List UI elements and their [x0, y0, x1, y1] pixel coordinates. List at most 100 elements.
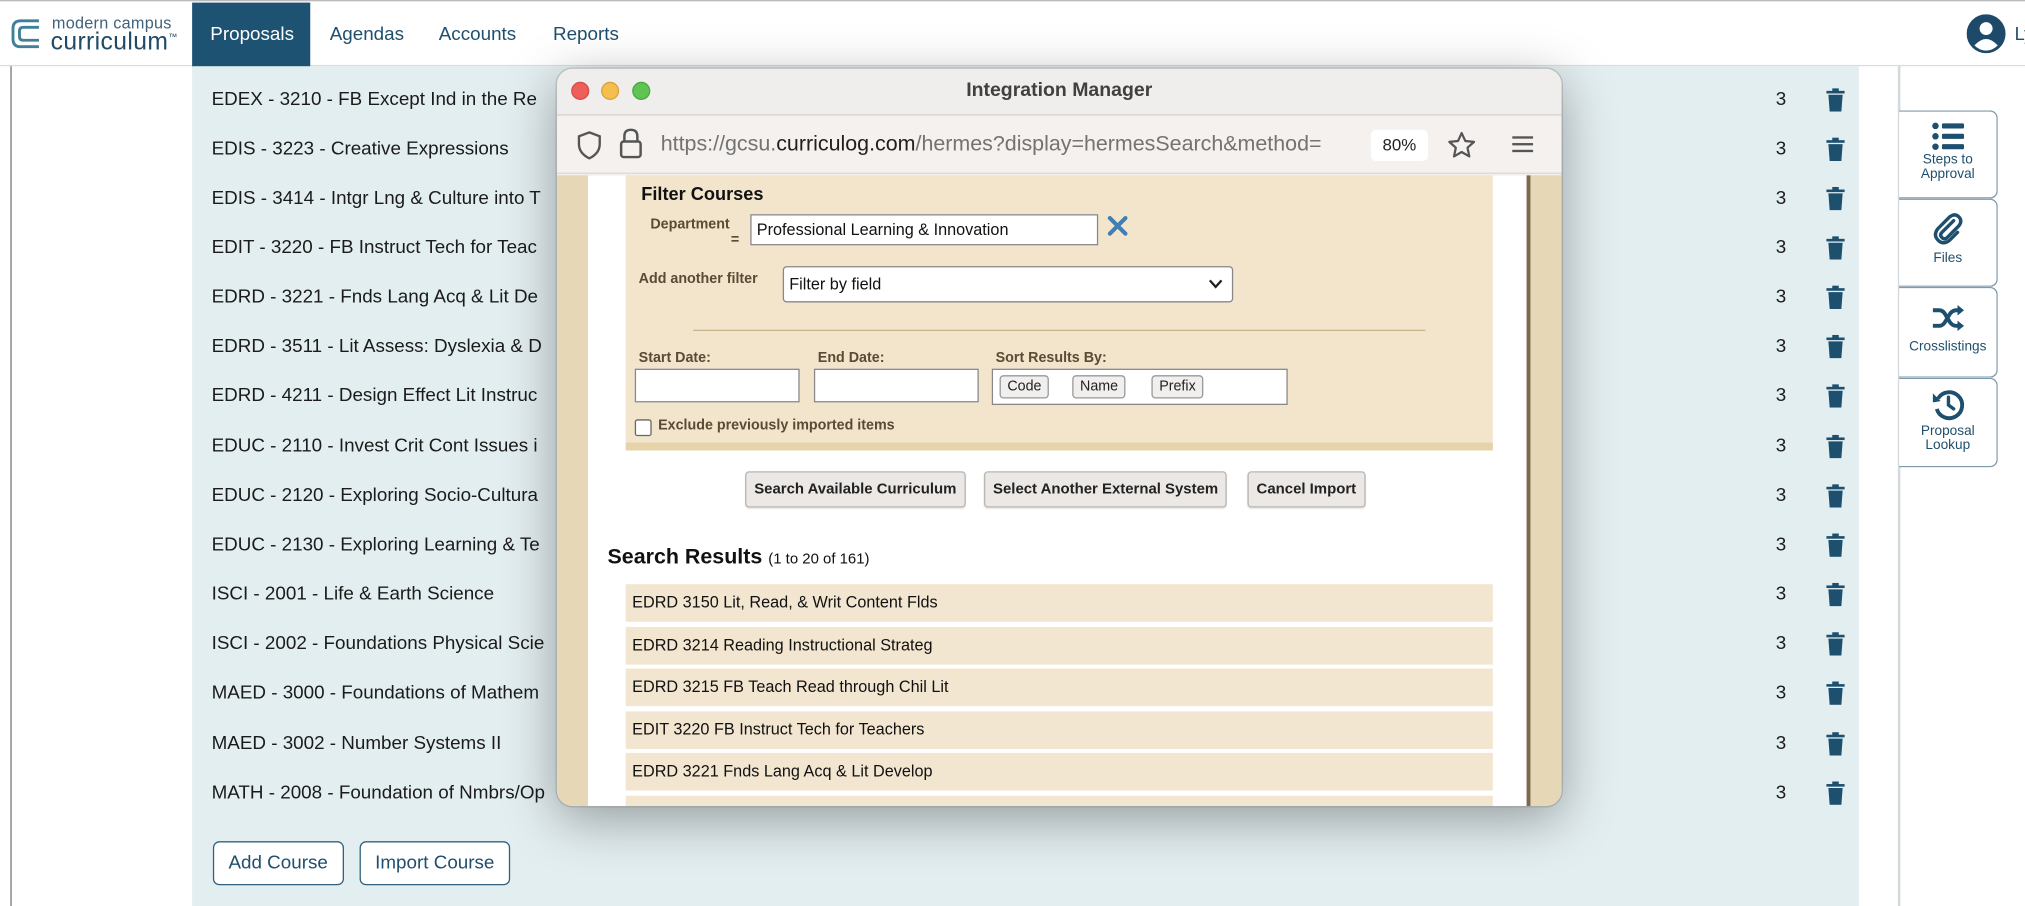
trash-icon[interactable]: [1825, 186, 1846, 211]
sort-chip-name[interactable]: Name: [1072, 375, 1126, 399]
trash-icon[interactable]: [1825, 732, 1846, 756]
files-button[interactable]: Files: [1899, 198, 1998, 287]
select-external-system-button[interactable]: Select Another External System: [983, 471, 1228, 508]
add-filter-value: Filter by field: [789, 275, 882, 294]
exclude-imported-label: Exclude previously imported items: [658, 417, 895, 434]
exclude-imported-checkbox[interactable]: [634, 419, 652, 437]
course-credits: 3: [1775, 138, 1787, 160]
left-divider: [10, 66, 12, 906]
course-credits: 3: [1775, 633, 1787, 655]
result-item[interactable]: EDIT 3220 FB Instruct Tech for Teachers: [625, 711, 1493, 750]
department-operator: =: [730, 232, 740, 248]
trash-icon[interactable]: [1825, 384, 1846, 408]
course-credits: 3: [1775, 385, 1787, 407]
top-navbar: modern campus curriculum™ Proposals Agen…: [0, 0, 2025, 68]
course-credits: 3: [1775, 436, 1787, 457]
result-item[interactable]: EDRD 3214 Reading Instructional Strateg: [625, 626, 1493, 665]
brand-name: curriculum™: [51, 29, 178, 58]
filter-divider: [693, 329, 1426, 332]
end-date-input[interactable]: [813, 368, 979, 403]
course-credits: 3: [1775, 682, 1787, 704]
trash-icon[interactable]: [1825, 236, 1846, 260]
sort-chip-code[interactable]: Code: [999, 375, 1050, 399]
nav-proposals[interactable]: Proposals: [192, 2, 311, 68]
course-credits: 3: [1775, 485, 1787, 507]
star-icon[interactable]: [1447, 131, 1476, 160]
search-available-curriculum-button[interactable]: Search Available Curriculum: [745, 471, 966, 508]
course-credits: 3: [1775, 782, 1787, 804]
trash-icon[interactable]: [1825, 681, 1846, 705]
shield-icon[interactable]: [576, 131, 602, 160]
result-item-partial[interactable]: [625, 795, 1493, 807]
course-title: MATH - 2008 - Foundation of Nmbrs/Op: [211, 782, 545, 804]
course-title: ISCI - 2002 - Foundations Physical Scie: [211, 633, 545, 655]
user-name[interactable]: Ly: [2015, 23, 2025, 44]
steps-to-approval-button[interactable]: Steps to Approval: [1899, 110, 1998, 199]
trash-icon[interactable]: [1825, 632, 1846, 656]
logo-mark-icon: [11, 19, 39, 49]
course-title: EDRD - 4211 - Design Effect Lit Instruc: [211, 385, 538, 407]
files-label: Files: [1933, 250, 1963, 267]
trash-icon[interactable]: [1825, 137, 1846, 161]
import-course-button[interactable]: Import Course: [359, 841, 510, 886]
trash-icon[interactable]: [1825, 334, 1846, 359]
end-date-label: End Date:: [817, 350, 885, 367]
sort-results-box[interactable]: Code Name Prefix: [991, 368, 1288, 406]
brand-logo[interactable]: modern campus curriculum™: [10, 14, 185, 56]
course-credits: 3: [1775, 89, 1787, 111]
course-title: MAED - 3000 - Foundations of Mathem: [211, 682, 540, 704]
course-title: EDUC - 2110 - Invest Crit Cont Issues i: [211, 436, 538, 457]
steps-to-approval-label: Steps to Approval: [1920, 151, 1975, 182]
trash-icon[interactable]: [1825, 484, 1846, 508]
browser-url-bar: https://gcsu.curriculog.com/hermes?displ…: [556, 116, 1562, 174]
nav-agendas[interactable]: Agendas: [312, 3, 423, 68]
start-date-input[interactable]: [634, 368, 800, 403]
nav-accounts[interactable]: Accounts: [421, 3, 535, 68]
trash-icon[interactable]: [1825, 88, 1846, 112]
course-title: ISCI - 2001 - Life & Earth Science: [211, 584, 495, 605]
nav-reports[interactable]: Reports: [535, 3, 637, 68]
crosslistings-button[interactable]: Crosslistings: [1899, 286, 1998, 378]
sort-chip-prefix[interactable]: Prefix: [1151, 375, 1204, 399]
course-title: EDIS - 3414 - Intgr Lng & Culture into T: [211, 188, 541, 209]
url-field[interactable]: https://gcsu.curriculog.com/hermes?displ…: [661, 132, 1362, 157]
trash-icon[interactable]: [1825, 533, 1846, 557]
proposal-lookup-button[interactable]: Proposal Lookup: [1899, 377, 1998, 468]
course-credits: 3: [1775, 336, 1787, 357]
result-item[interactable]: EDRD 3150 Lit, Read, & Writ Content Flds: [625, 584, 1493, 622]
window-title: Integration Manager: [966, 79, 1153, 102]
department-field[interactable]: Professional Learning & Innovation: [750, 214, 1099, 246]
cancel-import-button[interactable]: Cancel Import: [1247, 471, 1366, 508]
lock-icon[interactable]: [619, 128, 642, 160]
clear-department-icon[interactable]: [1107, 215, 1128, 236]
add-course-button[interactable]: Add Course: [212, 841, 344, 886]
result-item[interactable]: EDRD 3221 Fnds Lang Acq & Lit Develop: [625, 752, 1493, 791]
brand-tm: ™: [168, 33, 178, 43]
trash-icon[interactable]: [1825, 434, 1846, 459]
curriculum-app: modern campus curriculum™ Proposals Agen…: [0, 0, 2025, 906]
trash-icon[interactable]: [1825, 781, 1846, 805]
course-credits: 3: [1775, 286, 1787, 308]
modal-scroll-area[interactable]: Filter Courses Department = Professional…: [588, 175, 1531, 807]
course-title: MAED - 3002 - Number Systems II: [211, 733, 502, 755]
trash-icon[interactable]: [1825, 582, 1846, 607]
zoom-level[interactable]: 80%: [1370, 129, 1428, 161]
user-avatar-icon[interactable]: [1966, 14, 2006, 54]
result-item[interactable]: EDRD 3215 FB Teach Read through Chil Lit: [625, 668, 1493, 707]
filter-courses-panel: Filter Courses Department = Professional…: [625, 175, 1493, 451]
paperclip-icon: [1933, 213, 1962, 245]
course-title: EDIS - 3223 - Creative Expressions: [211, 138, 509, 160]
trash-icon[interactable]: [1825, 285, 1846, 309]
course-credits: 3: [1775, 237, 1787, 259]
course-title: EDIT - 3220 - FB Instruct Tech for Teac: [211, 237, 537, 259]
integration-manager-window: Integration Manager https://gcsu.curricu…: [556, 68, 1562, 807]
menu-icon[interactable]: [1511, 134, 1534, 155]
window-titlebar[interactable]: Integration Manager: [556, 68, 1562, 116]
course-title: EDEX - 3210 - FB Except Ind in the Re: [211, 89, 537, 111]
add-filter-select[interactable]: Filter by field: [782, 266, 1234, 303]
chevron-down-icon: [1208, 279, 1223, 289]
course-title: EDUC - 2120 - Exploring Socio-Cultura: [211, 485, 538, 507]
start-date-label: Start Date:: [638, 350, 711, 367]
search-results-heading: Search Results (1 to 20 of 161): [608, 545, 870, 570]
url-prefix: https://gcsu.: [660, 132, 777, 156]
